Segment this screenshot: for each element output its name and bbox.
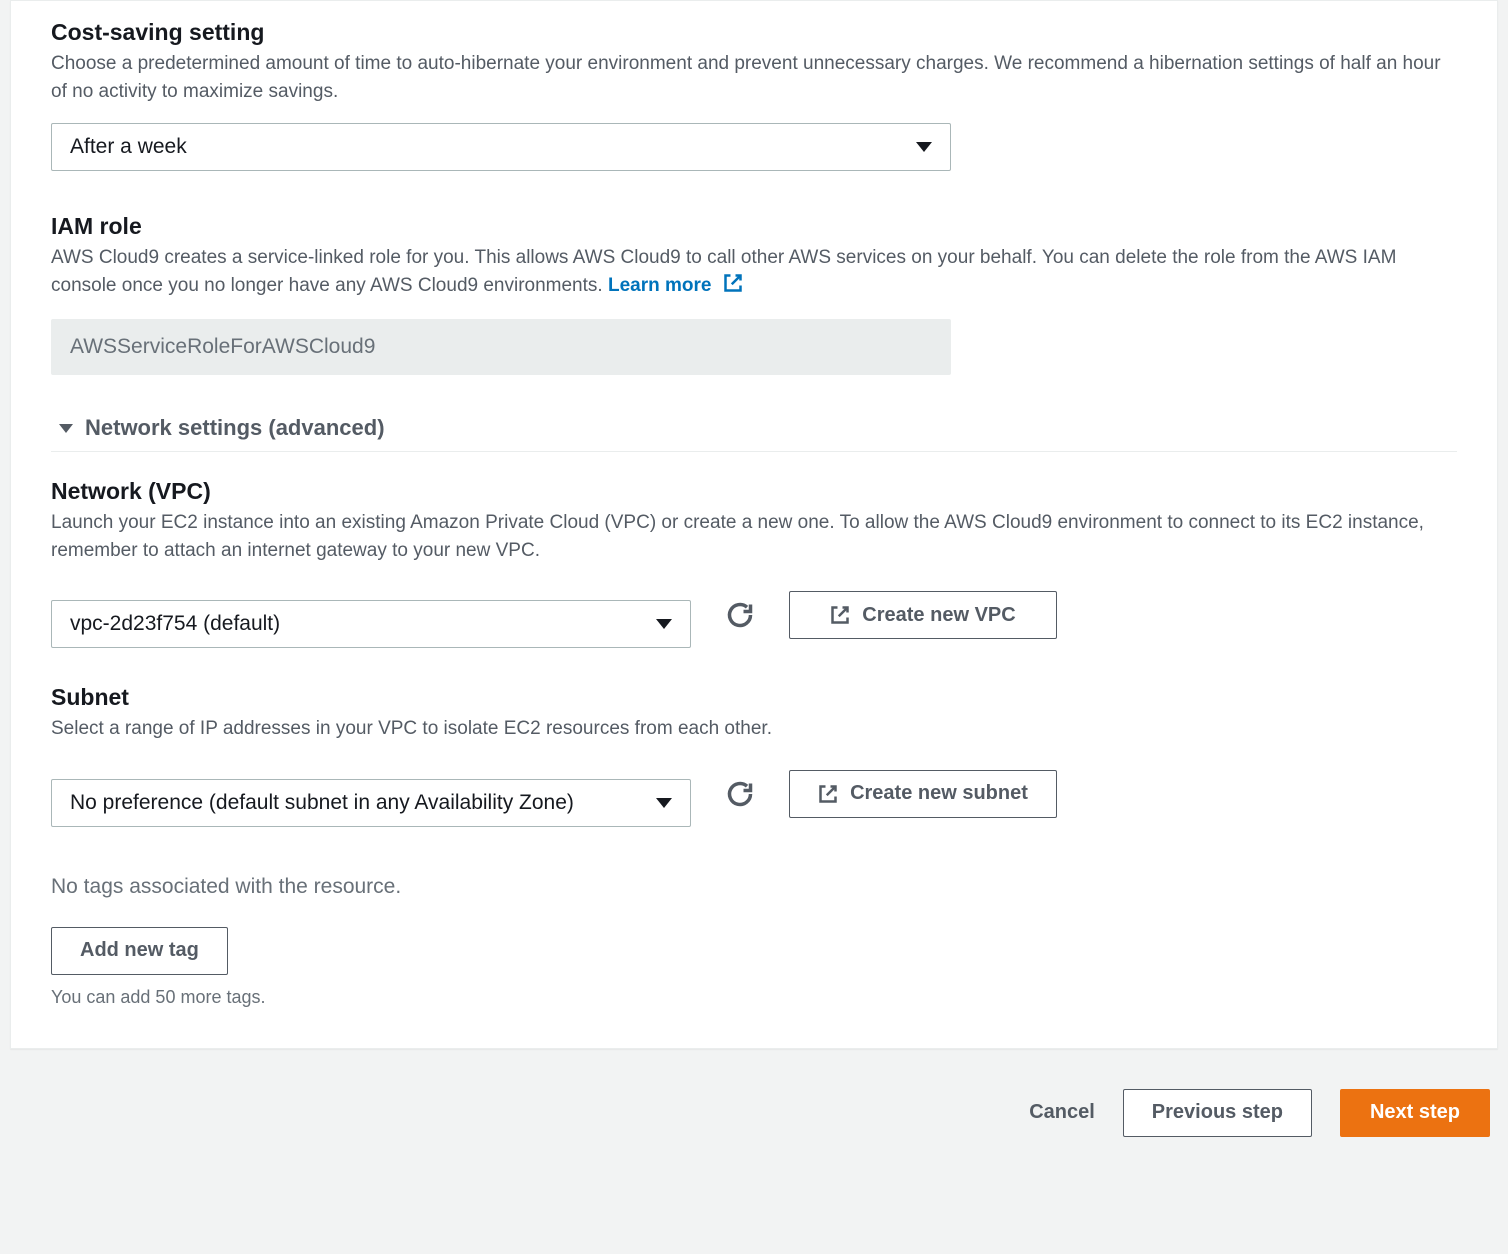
previous-step-button[interactable]: Previous step xyxy=(1123,1089,1312,1137)
subnet-desc: Select a range of IP addresses in your V… xyxy=(51,715,1457,743)
chevron-down-icon xyxy=(916,142,932,152)
iam-role-section: IAM role AWS Cloud9 creates a service-li… xyxy=(51,213,1457,375)
iam-role-learn-more-link[interactable]: Learn more xyxy=(608,275,743,296)
network-vpc-title: Network (VPC) xyxy=(51,478,1457,505)
network-vpc-section: Network (VPC) Launch your EC2 instance i… xyxy=(51,478,1457,648)
cost-saving-section: Cost-saving setting Choose a predetermin… xyxy=(51,19,1457,171)
external-link-icon xyxy=(723,273,743,302)
chevron-down-icon xyxy=(656,798,672,808)
create-new-vpc-label: Create new VPC xyxy=(862,604,1015,627)
iam-role-title: IAM role xyxy=(51,213,1457,240)
refresh-subnet-button[interactable] xyxy=(723,777,757,811)
create-new-subnet-label: Create new subnet xyxy=(850,782,1028,805)
tags-hint: You can add 50 more tags. xyxy=(51,987,1457,1008)
refresh-vpc-button[interactable] xyxy=(723,598,757,632)
cost-saving-select[interactable]: After a week xyxy=(51,123,951,171)
refresh-icon xyxy=(726,780,754,808)
subnet-select[interactable]: No preference (default subnet in any Ava… xyxy=(51,779,691,827)
next-step-button[interactable]: Next step xyxy=(1340,1089,1490,1137)
external-link-icon xyxy=(830,605,850,625)
cost-saving-desc: Choose a predetermined amount of time to… xyxy=(51,50,1457,105)
add-new-tag-label: Add new tag xyxy=(80,939,199,962)
external-link-icon xyxy=(818,784,838,804)
iam-role-desc: AWS Cloud9 creates a service-linked role… xyxy=(51,244,1457,301)
cost-saving-select-value: After a week xyxy=(70,135,187,159)
learn-more-label: Learn more xyxy=(608,275,711,296)
previous-step-label: Previous step xyxy=(1152,1101,1283,1124)
wizard-footer: Cancel Previous step Next step xyxy=(0,1049,1508,1137)
network-vpc-select[interactable]: vpc-2d23f754 (default) xyxy=(51,600,691,648)
add-new-tag-button[interactable]: Add new tag xyxy=(51,927,228,975)
subnet-title: Subnet xyxy=(51,684,1457,711)
create-new-vpc-button[interactable]: Create new VPC xyxy=(789,591,1057,639)
network-vpc-desc: Launch your EC2 instance into an existin… xyxy=(51,509,1457,564)
cancel-button[interactable]: Cancel xyxy=(1029,1101,1095,1124)
no-tags-text: No tags associated with the resource. xyxy=(51,875,1457,899)
cost-saving-title: Cost-saving setting xyxy=(51,19,1457,46)
subnet-section: Subnet Select a range of IP addresses in… xyxy=(51,684,1457,827)
iam-role-value: AWSServiceRoleForAWSCloud9 xyxy=(51,319,951,375)
chevron-down-icon xyxy=(59,424,73,433)
network-settings-header: Network settings (advanced) xyxy=(85,415,385,441)
network-settings-expander[interactable]: Network settings (advanced) xyxy=(51,415,1457,452)
refresh-icon xyxy=(726,601,754,629)
chevron-down-icon xyxy=(656,619,672,629)
network-vpc-select-value: vpc-2d23f754 (default) xyxy=(70,612,280,636)
subnet-select-value: No preference (default subnet in any Ava… xyxy=(70,791,574,815)
create-new-subnet-button[interactable]: Create new subnet xyxy=(789,770,1057,818)
